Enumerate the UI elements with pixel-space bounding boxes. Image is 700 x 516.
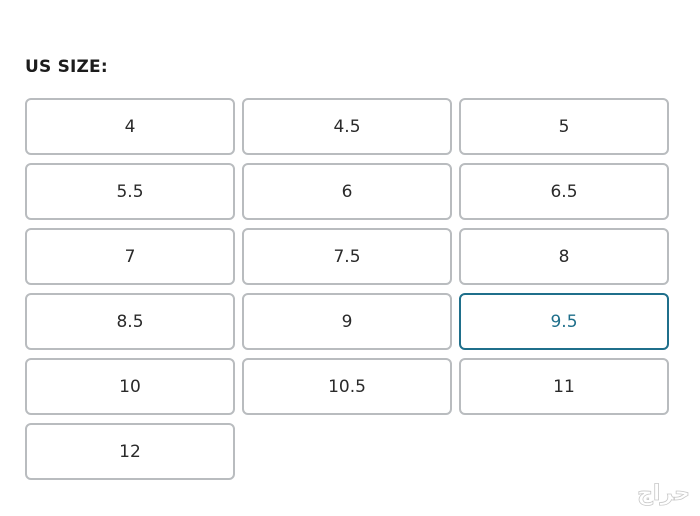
- size-option[interactable]: 9: [242, 293, 452, 350]
- size-option[interactable]: 12: [25, 423, 235, 480]
- size-selector-page: US SIZE: 4 4.5 5 5.5 6 6.5 7 7.5 8 8.5 9…: [0, 0, 700, 516]
- size-option[interactable]: 7: [25, 228, 235, 285]
- size-option[interactable]: 11: [459, 358, 669, 415]
- size-option[interactable]: 4.5: [242, 98, 452, 155]
- size-option[interactable]: 6: [242, 163, 452, 220]
- haraj-logo-watermark-icon: حراج: [637, 481, 691, 507]
- size-grid: 4 4.5 5 5.5 6 6.5 7 7.5 8 8.5 9 9.5 10 1…: [25, 98, 669, 480]
- size-option[interactable]: 10.5: [242, 358, 452, 415]
- size-option[interactable]: 10: [25, 358, 235, 415]
- size-option[interactable]: 8.5: [25, 293, 235, 350]
- size-option[interactable]: 5.5: [25, 163, 235, 220]
- size-option[interactable]: 4: [25, 98, 235, 155]
- size-option[interactable]: 7.5: [242, 228, 452, 285]
- size-option[interactable]: 5: [459, 98, 669, 155]
- size-option[interactable]: 8: [459, 228, 669, 285]
- size-option-selected[interactable]: 9.5: [459, 293, 669, 350]
- size-section-label: US SIZE:: [25, 57, 108, 77]
- size-option[interactable]: 6.5: [459, 163, 669, 220]
- watermark-text: حراج: [637, 481, 690, 506]
